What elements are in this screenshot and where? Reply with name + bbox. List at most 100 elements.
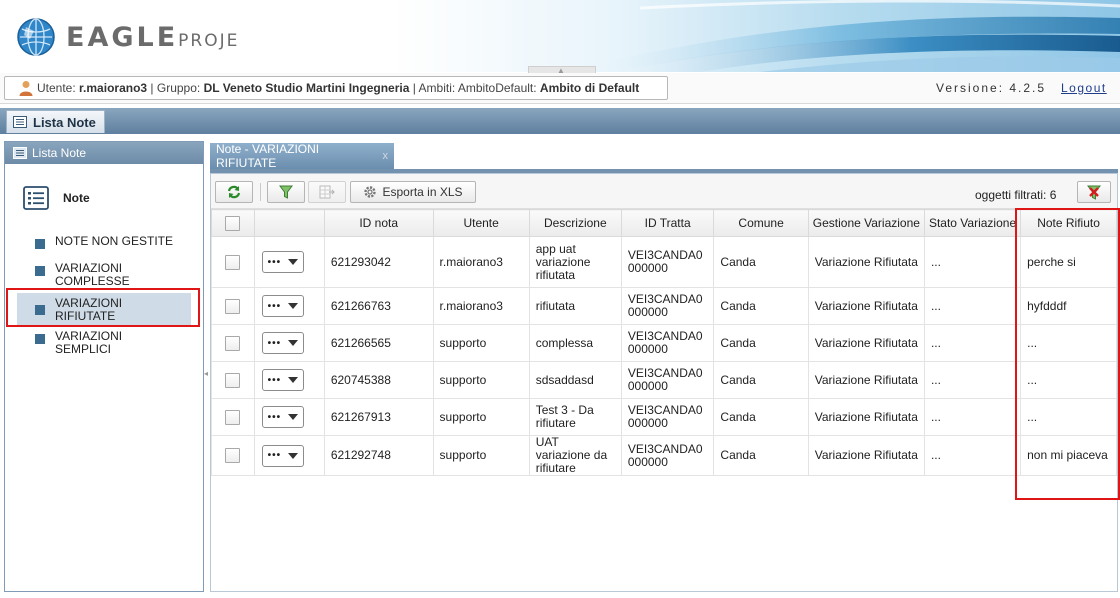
row-actions-dropdown[interactable]: •••: [261, 332, 304, 354]
row-select-cell[interactable]: [211, 435, 255, 476]
nav-item-note-non-gestite[interactable]: NOTE NON GESTITE: [17, 235, 191, 249]
row-select-cell[interactable]: [211, 236, 255, 288]
column-header-id-tratta[interactable]: ID Tratta: [620, 209, 715, 237]
column-header-comune[interactable]: Comune: [713, 209, 809, 237]
utente-value: r.maiorano3: [79, 81, 148, 95]
filter-button[interactable]: [267, 181, 305, 203]
select-all-checkbox[interactable]: [225, 215, 241, 231]
note-section-label: Note: [63, 191, 90, 205]
user-bar: Utente: r.maiorano3 | Gruppo: DL Veneto …: [0, 73, 1120, 104]
column-header-stato-variazione[interactable]: Stato Variazione: [923, 209, 1022, 237]
row-select-cell[interactable]: [211, 361, 255, 399]
row-actions-dropdown[interactable]: •••: [261, 369, 304, 391]
page-title-bar: Lista Note: [0, 108, 1120, 134]
list-icon: [13, 147, 27, 159]
more-icon: •••: [267, 256, 282, 268]
page-title: Lista Note: [6, 110, 105, 133]
highlight-box-note-rifiuto: [1015, 208, 1120, 500]
row-checkbox[interactable]: [225, 448, 241, 463]
caret-down-icon: [287, 303, 298, 309]
table-row[interactable]: ••• 621267913 supporto Test 3 - Da rifiutar…: [211, 398, 1117, 436]
row-checkbox[interactable]: [225, 254, 241, 270]
cell-descrizione: complessa: [528, 324, 622, 362]
cell-stato-variazione: ...: [923, 236, 1022, 288]
filter-count-text: oggetti filtrati: 6: [975, 188, 1057, 202]
ambiti-label: | Ambiti: AmbitoDefault:: [412, 81, 537, 95]
clear-filter-button[interactable]: [1077, 181, 1111, 203]
row-action-cell[interactable]: •••: [253, 398, 325, 436]
cell-stato-variazione: ...: [923, 287, 1022, 325]
chevron-left-icon: ◂: [204, 369, 209, 378]
row-action-cell[interactable]: •••: [253, 435, 325, 476]
cell-stato-variazione: ...: [923, 398, 1022, 436]
close-tab-icon[interactable]: x: [383, 150, 389, 162]
row-select-cell[interactable]: [211, 287, 255, 325]
row-checkbox[interactable]: [225, 298, 241, 314]
cell-id-tratta: VEI3CANDA0000000: [620, 236, 715, 288]
row-checkbox[interactable]: [225, 335, 241, 351]
column-header-utente[interactable]: Utente: [432, 209, 530, 237]
ambito-value: Ambito di Default: [539, 81, 640, 95]
column-header-gestione-variazione[interactable]: Gestione Variazione: [807, 209, 925, 237]
cell-descrizione: app uat variazione rifiutata: [528, 236, 622, 288]
actions-header: [253, 209, 325, 237]
row-action-cell[interactable]: •••: [253, 361, 325, 399]
export-xls-label: Esporta in XLS: [382, 185, 463, 199]
user-info-box: Utente: r.maiorano3 | Gruppo: DL Veneto …: [4, 76, 668, 100]
nav-item-label: VARIAZIONI SEMPLICI: [55, 329, 123, 356]
row-actions-dropdown[interactable]: •••: [261, 406, 304, 428]
export-grid-icon: [319, 185, 335, 199]
caret-down-icon: [287, 414, 298, 420]
gear-icon: [364, 186, 377, 198]
row-select-cell[interactable]: [211, 398, 255, 436]
row-actions-dropdown[interactable]: •••: [261, 251, 304, 273]
cell-utente: supporto: [432, 398, 530, 436]
cell-comune: Canda: [713, 435, 809, 476]
cell-id-tratta: VEI3CANDA0000000: [620, 361, 715, 399]
cell-descrizione: UAT variazione da rifiutare: [528, 435, 622, 476]
grid-body: ••• 621293042 r.maiorano3 app uat variazion…: [211, 236, 1117, 476]
row-actions-dropdown[interactable]: •••: [261, 444, 304, 467]
main-tab-strip: Note - VARIAZIONI RIFIUTATE x: [210, 141, 1118, 173]
more-icon: •••: [267, 300, 282, 312]
table-row[interactable]: ••• 621292748 supporto UAT variazione da ri…: [211, 435, 1117, 476]
cell-descrizione: Test 3 - Da rifiutare: [528, 398, 622, 436]
logo-suffix: PROJE: [178, 30, 240, 51]
nav-bullet-icon: [35, 239, 45, 249]
more-icon: •••: [267, 450, 282, 461]
row-action-cell[interactable]: •••: [253, 287, 325, 325]
caret-down-icon: [287, 452, 298, 459]
logout-link[interactable]: Logout: [1061, 81, 1107, 95]
row-action-cell[interactable]: •••: [253, 324, 325, 362]
header-banner: EAGLEPROJE: [0, 0, 1120, 72]
export-xls-button[interactable]: Esporta in XLS: [350, 181, 476, 203]
nav-item-variazioni-complesse[interactable]: VARIAZIONI COMPLESSE: [17, 262, 191, 288]
list-icon: [13, 116, 27, 128]
row-checkbox[interactable]: [225, 409, 241, 425]
cell-utente: supporto: [432, 324, 530, 362]
main-panel: Esporta in XLS oggetti filtrati: 6 ID no…: [210, 173, 1118, 592]
table-row[interactable]: ••• 620745388 supporto sdsaddasd VEI3CANDA00…: [211, 361, 1117, 399]
highlight-box-selected-nav: [6, 288, 200, 327]
nav-item-variazioni-semplici[interactable]: VARIAZIONI SEMPLICI: [17, 330, 191, 356]
note-section-header[interactable]: Note: [23, 186, 90, 210]
column-header-descrizione[interactable]: Descrizione: [528, 209, 622, 237]
select-all-header[interactable]: [211, 209, 255, 237]
row-actions-dropdown[interactable]: •••: [261, 295, 304, 317]
tab-variazioni-rifiutate[interactable]: Note - VARIAZIONI RIFIUTATE x: [210, 142, 394, 170]
row-select-cell[interactable]: [211, 324, 255, 362]
more-icon: •••: [267, 374, 282, 386]
cell-id-nota: 621267913: [323, 398, 434, 436]
cell-utente: supporto: [432, 435, 530, 476]
row-action-cell[interactable]: •••: [253, 236, 325, 288]
table-row[interactable]: ••• 621266763 r.maiorano3 rifiutata VEI3CAND…: [211, 287, 1117, 325]
table-row[interactable]: ••• 621266565 supporto complessa VEI3CANDA00…: [211, 324, 1117, 362]
row-checkbox[interactable]: [225, 372, 241, 388]
caret-down-icon: [287, 340, 298, 346]
toolbar-separator: [260, 183, 261, 201]
refresh-button[interactable]: [215, 181, 253, 203]
cell-gestione-variazione: Variazione Rifiutata: [807, 361, 925, 399]
column-header-id-nota[interactable]: ID nota: [323, 209, 434, 237]
table-row[interactable]: ••• 621293042 r.maiorano3 app uat variazion…: [211, 236, 1117, 288]
export-grid-button[interactable]: [308, 181, 346, 203]
